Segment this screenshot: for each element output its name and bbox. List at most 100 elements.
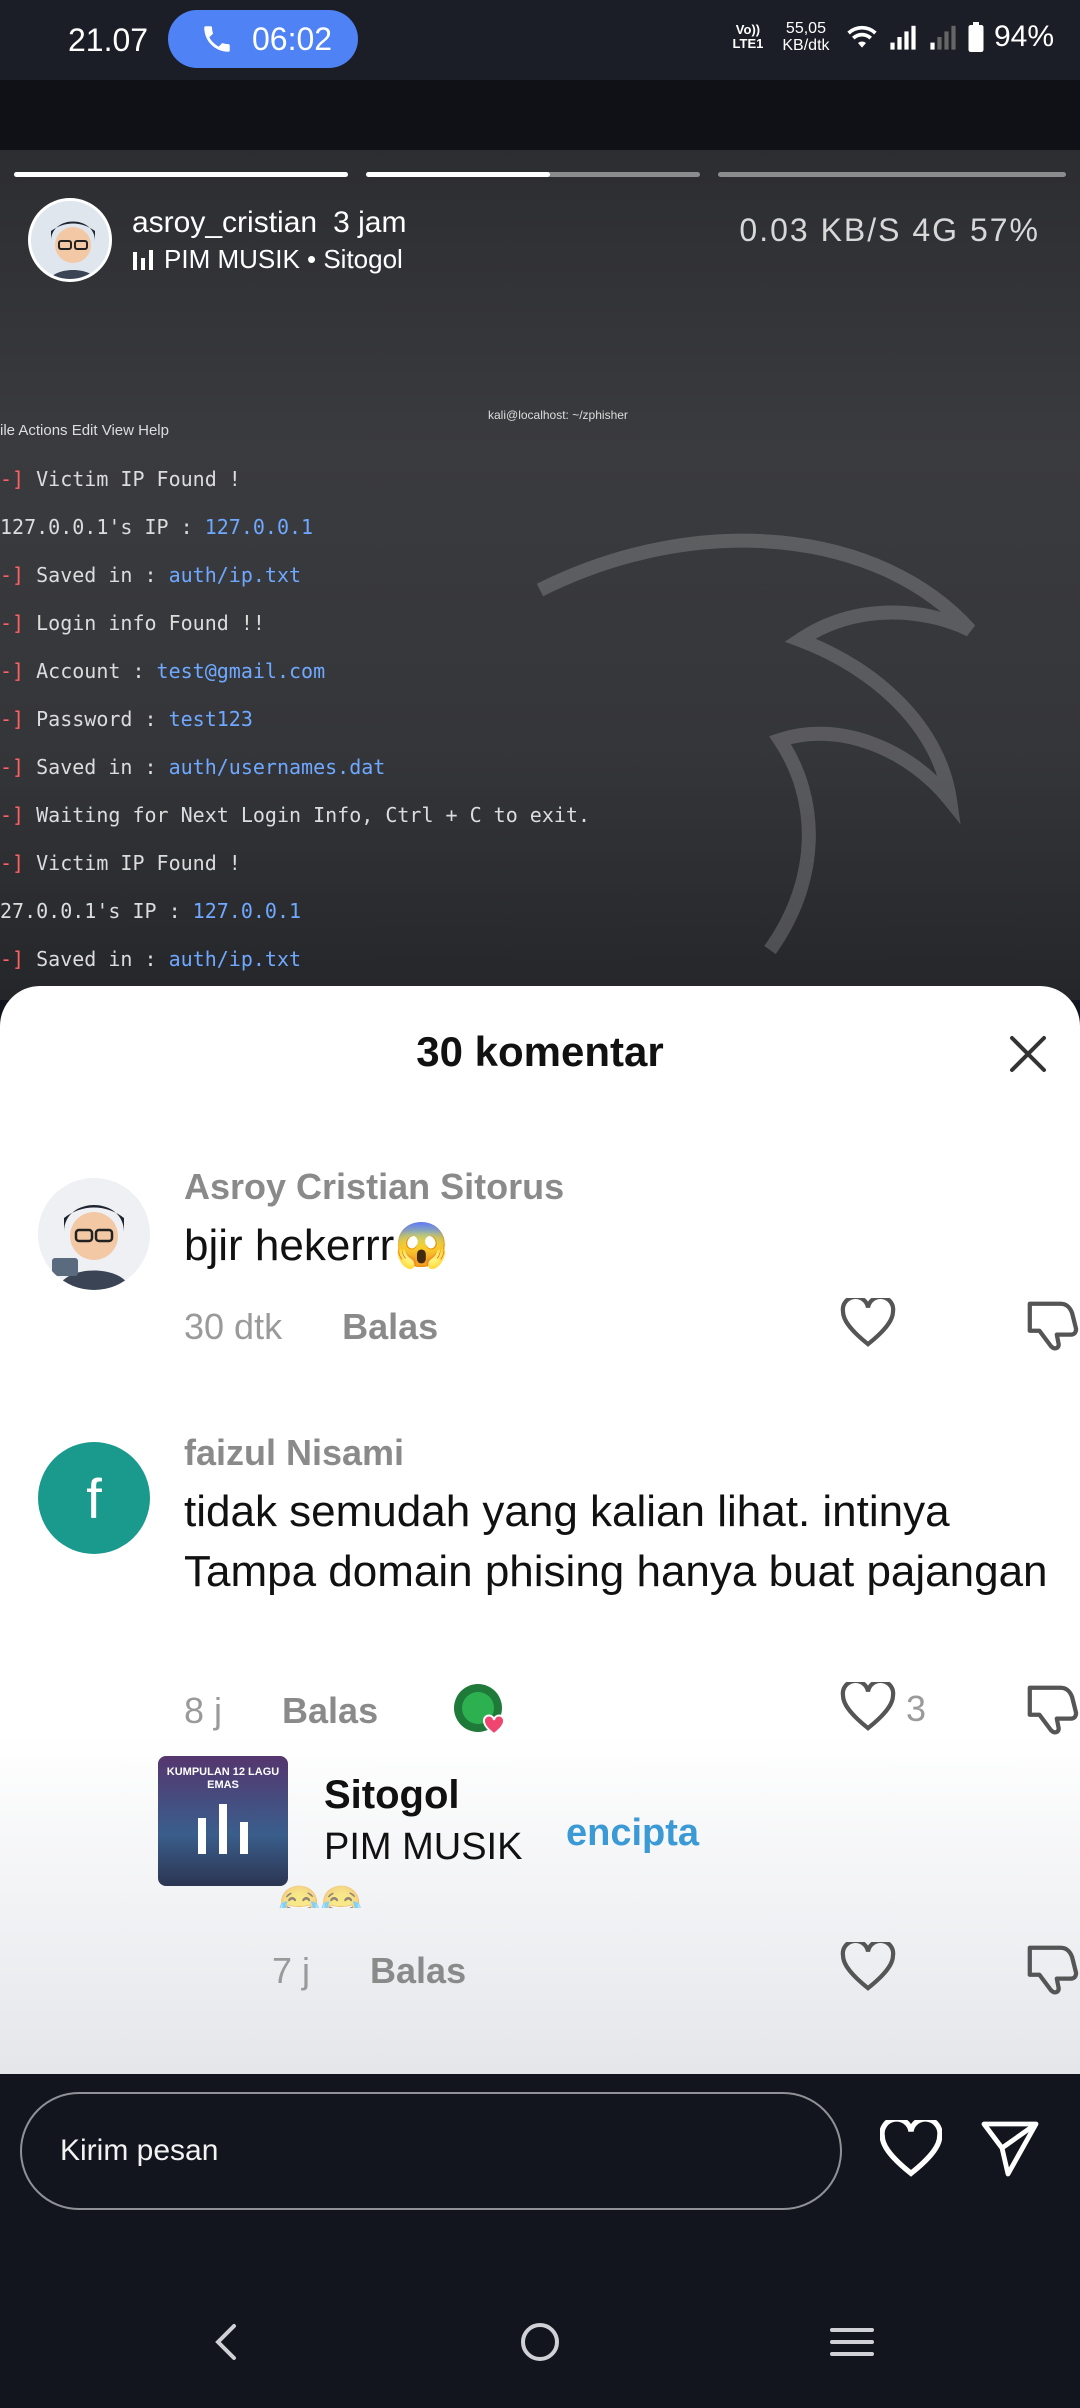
close-icon[interactable] [1004, 1030, 1052, 1078]
commenter-avatar[interactable]: f [38, 1442, 150, 1554]
creator-liked-icon [454, 1684, 505, 1736]
dislike-icon[interactable] [1022, 1942, 1080, 1996]
terminal-prefix: -] [0, 467, 37, 491]
story-view[interactable]: ile Actions Edit View Help kali@localhos… [0, 80, 1080, 1000]
terminal-title: kali@localhost: ~/zphisher [488, 408, 628, 422]
signal-weak-icon [930, 25, 956, 50]
album-cover-text: KUMPULAN 12 LAGU EMAS [166, 1766, 280, 1791]
terminal-line: -] Victim IP Found ! [0, 839, 1080, 887]
story-username-line: asroy_cristian 3 jam [132, 206, 406, 240]
back-icon[interactable] [198, 2312, 258, 2372]
music-bars-icon [133, 249, 153, 270]
terminal-menu: ile Actions Edit View Help [0, 422, 169, 439]
comment-text: bjir hekerrr😱 [184, 1221, 450, 1270]
wifi-icon [847, 25, 877, 48]
terminal-key: Saved in : [36, 947, 169, 971]
like-count: 3 [906, 1688, 927, 1729]
story-progress-1 [14, 172, 348, 177]
terminal-key: 27.0.0.1's IP : [0, 899, 193, 923]
terminal-value: auth/ip.txt [168, 947, 302, 971]
commenter-name[interactable]: faizul Nisami [184, 1432, 404, 1474]
terminal-titlebar: ile Actions Edit View Help kali@localhos… [0, 400, 1080, 450]
terminal-value: 127.0.0.1 [204, 515, 314, 539]
story-username[interactable]: asroy_cristian [132, 206, 317, 239]
status-time: 21.07 [68, 22, 149, 58]
battery-percent: 94% [993, 20, 1054, 53]
story-avatar[interactable] [28, 198, 112, 282]
comment-text: tidak semudah yang kalian lihat. intinya… [184, 1487, 1048, 1596]
reply-button[interactable]: Balas [282, 1690, 378, 1732]
battery-icon [968, 22, 984, 52]
music-bars-icon [198, 1804, 248, 1854]
ongoing-call-pill[interactable]: 06:02 [168, 10, 358, 68]
music-sticker[interactable]: KUMPULAN 12 LAGU EMAS Sitogol PIM MUSIK [158, 1756, 522, 1886]
like-heart-icon[interactable] [840, 1942, 896, 1992]
terminal-prefix: -] [0, 851, 37, 875]
terminal-key: Victim IP Found ! [36, 851, 241, 875]
story-header: asroy_cristian 3 jam PIM MUSIK • Sitogol [28, 198, 406, 282]
dislike-icon[interactable] [1022, 1682, 1080, 1736]
terminal-prefix: -] [0, 803, 37, 827]
terminal-key: Password : [36, 707, 169, 731]
like-heart-icon[interactable] [840, 1298, 896, 1348]
story-progress-2 [366, 172, 700, 177]
message-input[interactable] [20, 2092, 842, 2210]
signal-strength-icon [890, 25, 916, 50]
story-time-ago: 3 jam [333, 206, 407, 239]
call-timer: 06:02 [252, 20, 333, 57]
terminal-value: 127.0.0.1 [192, 899, 302, 923]
comments-sheet: 30 komentar Asroy Cristian Sitorus bjir … [0, 986, 1080, 2074]
comment-time: 8 j [184, 1690, 223, 1731]
like-story-heart-icon[interactable] [880, 2120, 942, 2178]
music-title: Sitogol [324, 1773, 460, 1817]
comments-title: 30 komentar [416, 1028, 664, 1075]
comment-time: 30 dtk [184, 1306, 283, 1347]
comment-meta: 8 j Balas [184, 1690, 378, 1732]
reply-button[interactable]: Balas [342, 1306, 438, 1348]
send-icon[interactable] [980, 2118, 1040, 2178]
message-bar [0, 2074, 1080, 2274]
avatar-illustration [38, 1178, 150, 1290]
commenter-avatar[interactable] [38, 1178, 150, 1290]
commenter-name[interactable]: Asroy Cristian Sitorus [184, 1166, 564, 1208]
terminal-key: Account : [36, 659, 157, 683]
status-bar: 21.07 06:02 Vo)) LTE1 55,05 KB/dtk 94% [0, 0, 1080, 80]
terminal-line: -] Saved in : auth/usernames.dat [0, 743, 1080, 791]
terminal-value: test@gmail.com [156, 659, 326, 683]
terminal-prefix: -] [0, 611, 37, 635]
home-icon[interactable] [510, 2312, 570, 2372]
comment-text: 😂😂 [278, 1885, 363, 1908]
navigation-bar [0, 2274, 1080, 2408]
terminal-line: 127.0.0.1's IP : 127.0.0.1 [0, 503, 1080, 551]
terminal-line: -] Password : test123 [0, 695, 1080, 743]
terminal-value: test123 [168, 707, 253, 731]
terminal-output: -] Victim IP Found ! 127.0.0.1's IP : 127… [0, 455, 1080, 983]
terminal-prefix: -] [0, 707, 37, 731]
terminal-value: auth/ip.txt [168, 563, 302, 587]
terminal-line: -] Saved in : auth/ip.txt [0, 935, 1080, 983]
story-music[interactable]: PIM MUSIK • Sitogol [132, 244, 406, 275]
terminal-line: -] Victim IP Found ! [0, 455, 1080, 503]
terminal-value: auth/usernames.dat [168, 755, 386, 779]
phone-icon [204, 26, 230, 52]
comment-time: 7 j [272, 1950, 311, 1991]
avatar-letter: f [86, 1466, 102, 1530]
terminal-key: Saved in : [36, 755, 169, 779]
terminal-key: Saved in : [36, 563, 169, 587]
comment-meta: 30 dtk Balas [184, 1306, 438, 1348]
volte-icon: Vo)) LTE1 [732, 22, 764, 51]
network-speed: 55,05 KB/dtk [782, 20, 830, 54]
terminal-prefix: -] [0, 947, 37, 971]
story-progress-3 [718, 172, 1066, 177]
recent-apps-icon[interactable] [822, 2312, 882, 2372]
reply-button[interactable]: Balas [370, 1950, 466, 1992]
terminal-key: Login info Found !! [36, 611, 265, 635]
comment-meta: 7 j Balas [272, 1950, 466, 1992]
terminal-line: -] Saved in : auth/ip.txt [0, 551, 1080, 599]
music-artist: PIM MUSIK [324, 1826, 523, 1868]
terminal-line: -] Account : test@gmail.com [0, 647, 1080, 695]
like-heart-icon[interactable] [840, 1682, 896, 1732]
terminal-line: -] Waiting for Next Login Info, Ctrl + C… [0, 791, 1080, 839]
dislike-icon[interactable] [1022, 1298, 1080, 1352]
terminal-line: -] Login info Found !! [0, 599, 1080, 647]
